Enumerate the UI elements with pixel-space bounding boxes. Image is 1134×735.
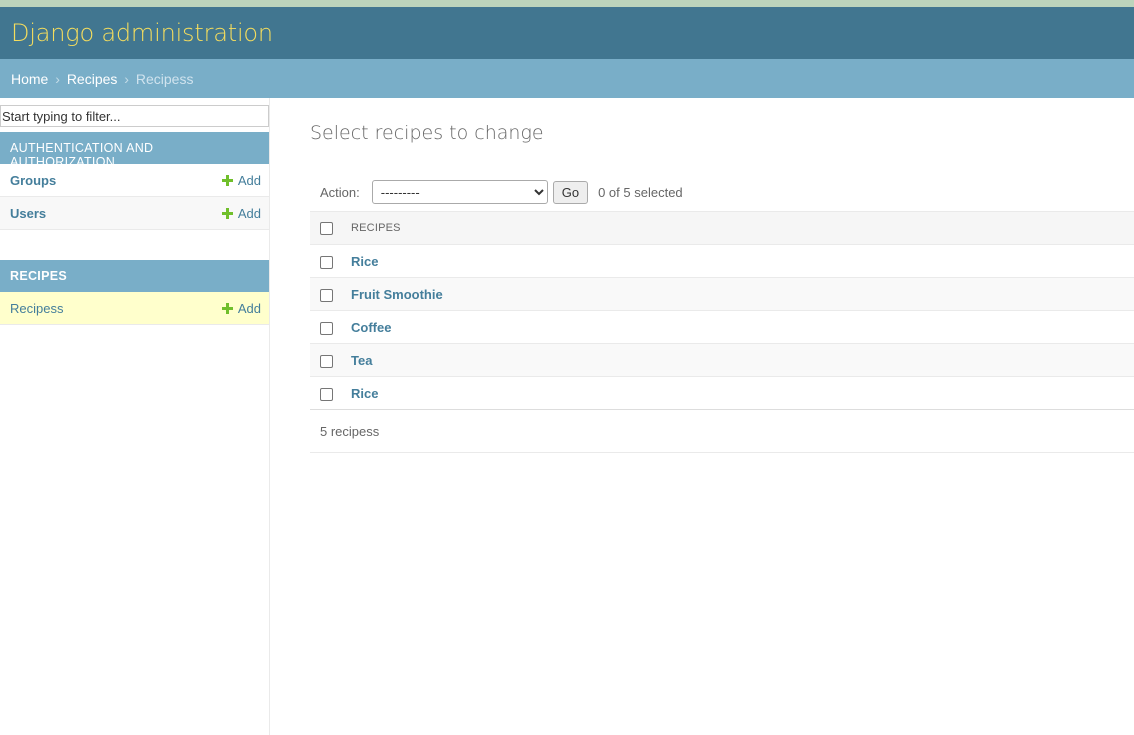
row-link[interactable]: Fruit Smoothie xyxy=(351,287,443,302)
nav-sidebar: AUTHENTICATION AND AUTHORIZATION Groups … xyxy=(0,98,270,735)
row-checkbox[interactable] xyxy=(320,321,333,335)
app-module-auth: AUTHENTICATION AND AUTHORIZATION Groups … xyxy=(0,132,269,230)
row-check-cell xyxy=(310,277,341,311)
add-label: Add xyxy=(237,172,261,188)
row-check-cell xyxy=(310,343,341,377)
row-link[interactable]: Rice xyxy=(351,254,378,269)
add-group-link[interactable]: Add xyxy=(221,172,261,188)
add-label: Add xyxy=(237,205,261,221)
add-user-link[interactable]: Add xyxy=(221,205,261,221)
sidebar-link-groups[interactable]: Groups xyxy=(10,173,56,188)
breadcrumb-app-link[interactable]: Recipes xyxy=(67,71,118,87)
breadcrumb-home-link[interactable]: Home xyxy=(11,71,48,87)
sidebar-item-users: Users Add xyxy=(0,197,269,230)
actions-bar: Action: --------- Go 0 of 5 selected xyxy=(310,175,1134,209)
row-name-cell: Rice xyxy=(341,376,1134,410)
add-recipe-link[interactable]: Add xyxy=(221,300,261,316)
row-name-cell: Tea xyxy=(341,343,1134,377)
breadcrumb-current: Recipess xyxy=(135,71,194,87)
add-label: Add xyxy=(237,300,261,316)
breadcrumb-separator: › xyxy=(55,71,60,87)
sidebar-item-recipess: Recipess Add xyxy=(0,292,269,325)
result-list-table: RECIPES Rice Fruit Smoothie Coffee Tea R… xyxy=(310,211,1134,410)
nav-filter-input[interactable] xyxy=(0,105,269,127)
row-name-cell: Coffee xyxy=(341,310,1134,344)
paginator: 5 recipess xyxy=(310,409,1134,453)
row-link[interactable]: Rice xyxy=(351,386,378,401)
row-name-cell: Fruit Smoothie xyxy=(341,277,1134,311)
page-title: Select recipes to change xyxy=(310,122,544,144)
row-name-cell: Rice xyxy=(341,244,1134,278)
app-caption-auth[interactable]: AUTHENTICATION AND AUTHORIZATION xyxy=(0,132,269,169)
sidebar-link-users[interactable]: Users xyxy=(10,206,46,221)
select-all-cell xyxy=(310,211,341,245)
plus-icon xyxy=(221,302,233,314)
table-row: Fruit Smoothie xyxy=(310,277,1134,311)
row-check-cell xyxy=(310,244,341,278)
action-label: Action: xyxy=(320,184,360,200)
app-module-recipes: RECIPES Recipess Add xyxy=(0,260,269,325)
go-button[interactable]: Go xyxy=(552,180,589,204)
table-row: Rice xyxy=(310,244,1134,278)
row-checkbox[interactable] xyxy=(320,354,333,368)
site-title-link[interactable]: Django administration xyxy=(11,19,273,47)
column-header-recipes[interactable]: RECIPES xyxy=(341,211,1134,245)
row-link[interactable]: Coffee xyxy=(351,320,391,335)
table-row: Tea xyxy=(310,343,1134,377)
browser-top-strip xyxy=(0,0,1134,7)
breadcrumb-separator: › xyxy=(124,71,129,87)
app-caption-recipes[interactable]: RECIPES xyxy=(0,260,269,292)
row-checkbox[interactable] xyxy=(320,387,333,401)
action-select[interactable]: --------- xyxy=(371,180,548,204)
sidebar-link-recipess[interactable]: Recipess xyxy=(10,301,63,316)
table-header-row: RECIPES xyxy=(310,211,1134,245)
selection-counter: 0 of 5 selected xyxy=(598,184,683,200)
plus-icon xyxy=(221,174,233,186)
row-check-cell xyxy=(310,310,341,344)
table-row: Coffee xyxy=(310,310,1134,344)
breadcrumb: Home › Recipes › Recipess xyxy=(0,59,1134,98)
main-content: Select recipes to change Action: -------… xyxy=(270,98,1134,735)
row-checkbox[interactable] xyxy=(320,255,333,269)
admin-header: Django administration xyxy=(0,7,1134,59)
row-check-cell xyxy=(310,376,341,410)
row-checkbox[interactable] xyxy=(320,288,333,302)
plus-icon xyxy=(221,207,233,219)
select-all-checkbox[interactable] xyxy=(320,221,333,235)
table-row: Rice xyxy=(310,376,1134,410)
row-link[interactable]: Tea xyxy=(351,353,372,368)
